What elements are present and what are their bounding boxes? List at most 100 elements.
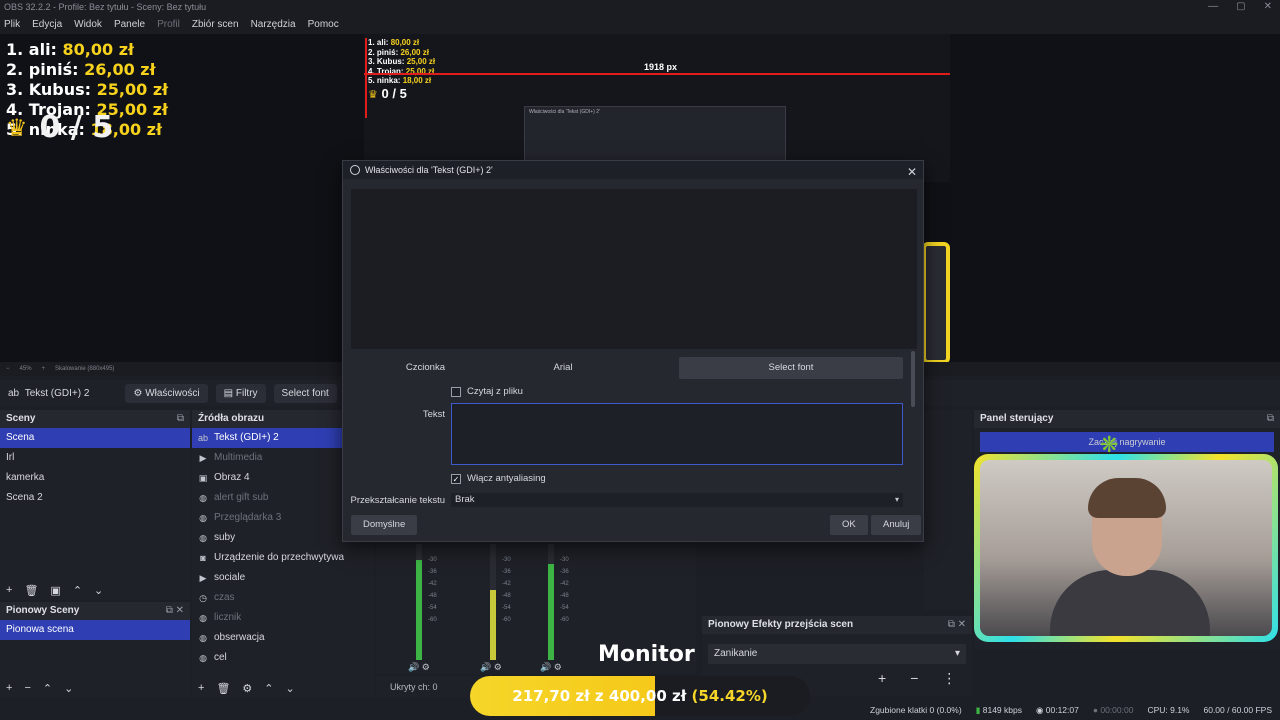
source-item[interactable]: ◍ obserwacja: [192, 628, 374, 648]
scene-item[interactable]: Scena 2: [0, 488, 190, 508]
select-font-button[interactable]: Select font: [679, 357, 903, 379]
speaker-icon[interactable]: 🔊 ⚙: [408, 662, 430, 673]
dialog-title-bar: Właściwości dla 'Tekst (GDI+) 2' ✕: [343, 161, 923, 179]
checkbox-box[interactable]: [451, 386, 461, 397]
volume-meter: [548, 544, 554, 660]
speaker-icon[interactable]: 🔊 ⚙: [540, 662, 562, 673]
signal-icon: ▮: [975, 704, 981, 715]
close-icon[interactable]: ⧉ ✕: [166, 602, 184, 620]
chevron-down-icon: ▾: [894, 495, 899, 504]
maximize-button[interactable]: ▢: [1236, 0, 1245, 14]
minimize-button[interactable]: —: [1208, 0, 1218, 14]
meter-ticks: -30 -36 -42 -48 -54 -60: [428, 557, 437, 623]
monitor-label: Monitor: [598, 642, 695, 667]
distance-label: 1918 px: [644, 62, 678, 72]
meter-ticks: -30 -36 -42 -48 -54 -60: [560, 557, 569, 623]
selected-source-name: ab Tekst (GDI+) 2: [8, 387, 90, 399]
bitrate: ▮ 8149 kbps: [975, 704, 1022, 715]
mini-counter: ♛ 0 / 5: [368, 86, 407, 101]
scene-item[interactable]: kamerka: [0, 468, 190, 488]
cancel-button[interactable]: Anuluj: [871, 515, 922, 535]
mini-ranking: 1. ali: 80,00 zł 2. piniś: 26,00 zł 3. K…: [368, 38, 436, 85]
menu-narzedzia[interactable]: Narzędzia: [251, 19, 296, 30]
menu-profil[interactable]: Profil: [157, 19, 180, 30]
add-icon[interactable]: +: [878, 670, 886, 687]
read-from-file-checkbox[interactable]: Czytaj z pliku: [451, 386, 523, 397]
menu-panele[interactable]: Panele: [114, 19, 145, 30]
scene-item[interactable]: Scena: [0, 428, 190, 448]
chevron-up-icon[interactable]: ⌃: [264, 682, 273, 695]
start-recording-button[interactable]: Zacznij nagrywanie: [980, 432, 1274, 452]
filter-icon[interactable]: ▣: [50, 584, 60, 597]
filters-button[interactable]: ▤ Filtry: [215, 383, 266, 403]
source-item[interactable]: ◍ cel: [192, 648, 374, 668]
scale-label: Skalowanie (880x495): [55, 366, 115, 372]
properties-button[interactable]: ⚙ Właściwości: [125, 383, 208, 403]
source-item[interactable]: ◷ czas: [192, 588, 374, 608]
dialog-preview: [351, 189, 917, 349]
vertical-scenes-title: Pionowy Sceny ⧉ ✕: [0, 602, 190, 620]
defaults-button[interactable]: Domyślne: [351, 515, 418, 535]
zoom-out-icon[interactable]: −: [6, 366, 10, 372]
webcam-overlay: [974, 454, 1278, 642]
menu-bar: Plik Edycja Widok Panele Profil Zbiór sc…: [0, 14, 1280, 34]
gear-icon: ⚙: [133, 387, 143, 399]
text-input[interactable]: [451, 403, 903, 465]
minus-icon[interactable]: −: [24, 682, 30, 694]
zoom-in-icon[interactable]: +: [42, 366, 46, 372]
obs-logo-icon: [350, 165, 360, 175]
chevron-up-icon[interactable]: ⌃: [43, 682, 52, 695]
window-title: OBS 32.2.2 - Profile: Bez tytułu - Sceny…: [4, 2, 207, 12]
menu-edycja[interactable]: Edycja: [32, 19, 62, 30]
dialog-scrollbar[interactable]: [911, 351, 915, 407]
gear-icon[interactable]: ⚙: [242, 682, 252, 695]
menu-plik[interactable]: Plik: [4, 19, 20, 30]
scenes-title: Sceny ⧉: [0, 410, 190, 428]
add-icon[interactable]: +: [6, 584, 12, 596]
vertical-scene-item[interactable]: Pionowa scena: [0, 620, 190, 640]
close-window-button[interactable]: ✕: [1264, 0, 1272, 14]
transition-select[interactable]: Zanikanie ▾: [708, 644, 966, 664]
trash-icon[interactable]: 🗑: [24, 584, 38, 597]
properties-dialog: Właściwości dla 'Tekst (GDI+) 2' ✕ Czcio…: [342, 160, 924, 542]
chevron-down-icon[interactable]: ⌄: [94, 584, 103, 597]
chevron-down-icon[interactable]: ⌄: [64, 682, 73, 695]
ranking-row: 3. Kubus: 25,00 zł: [6, 80, 169, 99]
status-bar: Zgubione klatki 0 (0.0%) ▮ 8149 kbps ◉ 0…: [810, 700, 1280, 720]
chevron-down-icon[interactable]: ⌄: [286, 682, 295, 695]
undock-icon[interactable]: ⧉: [177, 410, 184, 428]
undock-icon[interactable]: ⧉: [1267, 410, 1274, 428]
more-icon[interactable]: ⋮: [942, 670, 956, 687]
close-icon[interactable]: ⧉ ✕: [948, 616, 966, 634]
select-font-toolbar-button[interactable]: Select font: [273, 383, 337, 403]
trash-icon[interactable]: 🗑: [216, 682, 230, 695]
goal-counter: ♛ 0 / 5: [6, 110, 114, 145]
scene-item[interactable]: Irl: [0, 448, 190, 468]
source-item[interactable]: ◙ Urządzenie do przechwytywa: [192, 548, 374, 568]
live-time: ◉ 00:12:07: [1035, 704, 1079, 715]
add-icon[interactable]: +: [6, 682, 12, 694]
volume-meter: [416, 544, 422, 660]
source-item[interactable]: ▶ sociale: [192, 568, 374, 588]
donation-text: 217,70 zł z 400,00 zł (54.42%): [512, 687, 768, 705]
close-icon[interactable]: ✕: [907, 163, 917, 181]
transform-label: Przekształcanie tekstu: [350, 495, 445, 506]
checkbox-box[interactable]: ✓: [451, 473, 461, 484]
menu-zbior-scen[interactable]: Zbiór scen: [192, 19, 239, 30]
chevron-up-icon[interactable]: ⌃: [73, 584, 82, 597]
rec-time: ● 00:00:00: [1092, 705, 1134, 715]
speaker-icon[interactable]: 🔊 ⚙: [480, 662, 502, 673]
source-item[interactable]: ◍ licznik: [192, 608, 374, 628]
add-icon[interactable]: +: [198, 682, 204, 694]
ok-button[interactable]: OK: [830, 515, 868, 535]
transform-select[interactable]: Brak ▾: [451, 493, 903, 507]
vertical-scenes-dock: Pionowy Sceny ⧉ ✕ Pionowa scena + − ⌃ ⌄: [0, 602, 190, 698]
meter-ticks: -30 -36 -42 -48 -54 -60: [502, 557, 511, 623]
minus-icon[interactable]: −: [910, 670, 918, 687]
zoom-level: 45%: [19, 366, 32, 372]
control-title: Panel sterujący ⧉: [974, 410, 1280, 428]
text-label: Tekst: [422, 409, 445, 420]
menu-pomoc[interactable]: Pomoc: [308, 19, 339, 30]
antialias-checkbox[interactable]: ✓ Włącz antyaliasing: [451, 473, 546, 484]
menu-widok[interactable]: Widok: [74, 19, 102, 30]
